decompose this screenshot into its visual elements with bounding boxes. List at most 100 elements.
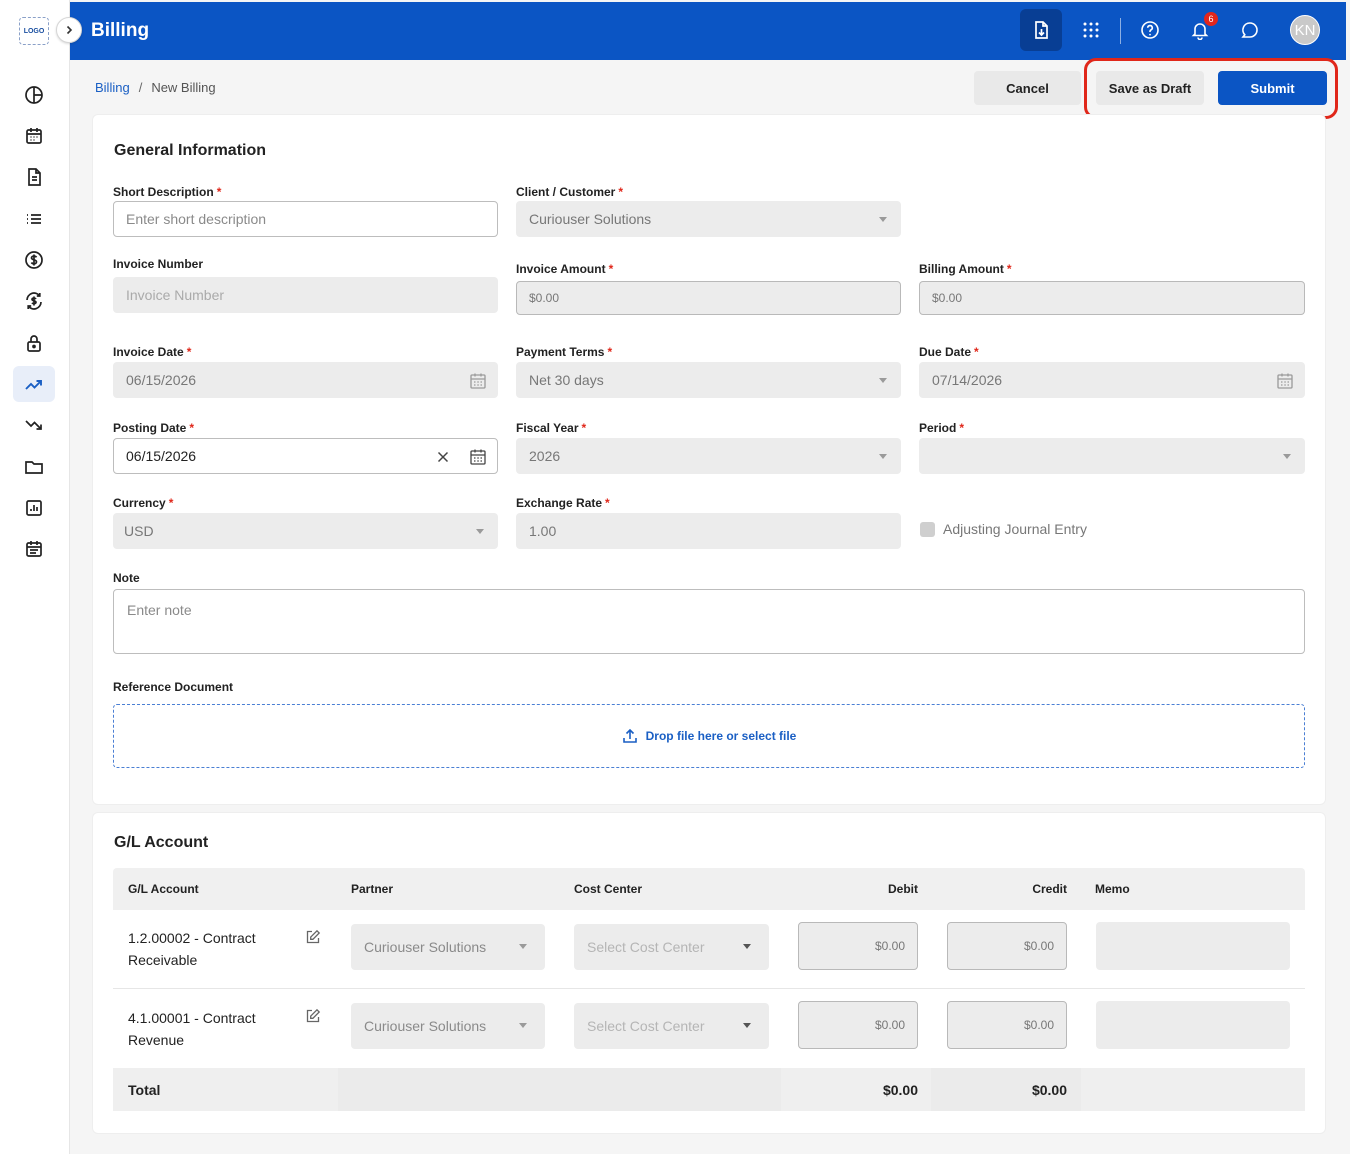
breadcrumb: Billing / New Billing bbox=[95, 80, 216, 95]
partner-select[interactable]: Curiouser Solutions bbox=[351, 924, 545, 970]
download-button[interactable] bbox=[1020, 9, 1062, 51]
partner-select[interactable]: Curiouser Solutions bbox=[351, 1003, 545, 1049]
col-memo: Memo bbox=[1095, 882, 1130, 896]
sidebar-item-expenses[interactable] bbox=[13, 407, 55, 443]
report-icon bbox=[26, 500, 42, 516]
notification-badge: 6 bbox=[1204, 12, 1218, 26]
period-select[interactable] bbox=[919, 438, 1305, 474]
fiscal-year-label: Fiscal Year * bbox=[516, 421, 587, 435]
sidebar-item-exchange[interactable] bbox=[13, 283, 55, 319]
posting-date-label: Posting Date * bbox=[113, 421, 195, 435]
apps-grid-icon bbox=[1083, 22, 1099, 38]
help-button[interactable] bbox=[1129, 9, 1171, 51]
sidebar-item-revenue[interactable] bbox=[13, 366, 55, 402]
calendar-icon bbox=[1277, 373, 1293, 389]
adjusting-entry-label: Adjusting Journal Entry bbox=[943, 521, 1087, 537]
chevron-down-icon bbox=[476, 529, 484, 534]
section-title-general: General Information bbox=[114, 142, 267, 159]
client-label: Client / Customer * bbox=[516, 185, 624, 199]
schedule-icon bbox=[26, 541, 42, 557]
invoice-number-label: Invoice Number bbox=[113, 257, 204, 271]
billing-amount-label: Billing Amount * bbox=[919, 262, 1012, 276]
dropzone-text: Drop file here or select file bbox=[645, 729, 797, 743]
payment-terms-select[interactable]: Net 30 days bbox=[516, 362, 901, 398]
dashboard-icon bbox=[25, 86, 43, 104]
invoice-amount-input[interactable]: $0.00 bbox=[516, 281, 901, 315]
invoice-number-input[interactable]: Invoice Number bbox=[113, 277, 498, 313]
chevron-down-icon bbox=[879, 378, 887, 383]
adjusting-entry-checkbox[interactable] bbox=[920, 522, 935, 537]
list-icon bbox=[27, 214, 41, 224]
sidebar-item-folders[interactable] bbox=[13, 449, 55, 485]
cost-center-select[interactable]: Select Cost Center bbox=[574, 1003, 769, 1049]
exchange-rate-input[interactable]: 1.00 bbox=[516, 513, 901, 549]
chat-button[interactable] bbox=[1229, 9, 1271, 51]
currency-select[interactable]: USD bbox=[113, 513, 498, 549]
save-draft-button[interactable]: Save as Draft bbox=[1096, 71, 1204, 105]
debit-input[interactable]: $0.00 bbox=[798, 922, 918, 970]
sidebar-item-payments[interactable] bbox=[13, 242, 55, 278]
invoice-date-input[interactable]: 06/15/2026 bbox=[113, 362, 498, 398]
cancel-button[interactable]: Cancel bbox=[974, 71, 1081, 105]
gl-account-cell: 1.2.00002 - Contract Receivable bbox=[128, 930, 256, 968]
billing-amount-input[interactable]: $0.00 bbox=[919, 281, 1305, 315]
download-document-icon bbox=[1035, 21, 1048, 39]
dollar-icon bbox=[25, 251, 43, 269]
calendar-icon[interactable] bbox=[469, 448, 487, 466]
sidebar-item-schedule[interactable] bbox=[13, 531, 55, 567]
fiscal-year-select[interactable]: 2026 bbox=[516, 438, 901, 474]
sidebar-item-documents[interactable] bbox=[13, 159, 55, 195]
sidebar-item-calendar[interactable] bbox=[13, 118, 55, 154]
client-select[interactable]: Curiouser Solutions bbox=[516, 201, 901, 237]
chevron-down-icon bbox=[519, 944, 527, 949]
avatar[interactable]: KN bbox=[1290, 15, 1320, 45]
credit-input[interactable]: $0.00 bbox=[947, 922, 1067, 970]
cost-center-select[interactable]: Select Cost Center bbox=[574, 924, 769, 970]
sidebar-item-list[interactable] bbox=[13, 201, 55, 237]
sidebar-expand-button[interactable] bbox=[56, 17, 82, 43]
top-bar: Billing 6 KN bbox=[70, 2, 1346, 60]
trending-up-icon bbox=[25, 380, 42, 390]
due-date-input[interactable]: 07/14/2026 bbox=[919, 362, 1305, 398]
invoice-date-label: Invoice Date * bbox=[113, 345, 192, 359]
memo-input[interactable] bbox=[1096, 1001, 1290, 1049]
col-partner: Partner bbox=[351, 882, 394, 896]
period-label: Period * bbox=[919, 421, 965, 435]
breadcrumb-separator: / bbox=[138, 80, 143, 95]
breadcrumb-link-billing[interactable]: Billing bbox=[95, 80, 130, 95]
page-title: Billing bbox=[91, 20, 150, 41]
payment-terms-label: Payment Terms * bbox=[516, 345, 613, 359]
total-debit: $0.00 bbox=[882, 1082, 918, 1098]
reference-document-label: Reference Document bbox=[113, 680, 234, 694]
short-description-input[interactable]: Enter short description bbox=[113, 201, 498, 237]
col-credit: Credit bbox=[1032, 882, 1067, 896]
invoice-amount-label: Invoice Amount * bbox=[516, 262, 614, 276]
sidebar-item-security[interactable] bbox=[13, 325, 55, 361]
debit-input[interactable]: $0.00 bbox=[798, 1001, 918, 1049]
credit-input[interactable]: $0.00 bbox=[947, 1001, 1067, 1049]
chevron-down-icon bbox=[879, 217, 887, 222]
chevron-down-icon bbox=[743, 944, 751, 949]
table-footer-total: Total $0.00 $0.00 bbox=[113, 1068, 1305, 1111]
chevron-down-icon bbox=[879, 454, 887, 459]
note-textarea[interactable]: Enter note bbox=[113, 589, 1305, 654]
sidebar: LOGO bbox=[0, 0, 70, 1154]
memo-input[interactable] bbox=[1096, 922, 1290, 970]
sidebar-item-reports[interactable] bbox=[13, 490, 55, 526]
header-divider bbox=[1120, 18, 1121, 44]
apps-button[interactable] bbox=[1070, 9, 1112, 51]
lock-icon bbox=[27, 335, 41, 352]
note-label: Note bbox=[113, 571, 140, 585]
logo: LOGO bbox=[19, 17, 49, 45]
short-description-label: Short Description * bbox=[113, 185, 222, 199]
posting-date-input[interactable]: 06/15/2026 bbox=[113, 438, 498, 474]
edit-icon[interactable] bbox=[305, 929, 321, 945]
edit-icon[interactable] bbox=[305, 1008, 321, 1024]
clear-icon[interactable] bbox=[437, 451, 449, 463]
submit-button[interactable]: Submit bbox=[1218, 71, 1327, 105]
sidebar-item-dashboard[interactable] bbox=[13, 77, 55, 113]
chevron-right-icon bbox=[66, 25, 73, 35]
currency-label: Currency * bbox=[113, 496, 174, 510]
file-dropzone[interactable]: Drop file here or select file bbox=[113, 704, 1305, 768]
col-cost-center: Cost Center bbox=[574, 882, 643, 896]
